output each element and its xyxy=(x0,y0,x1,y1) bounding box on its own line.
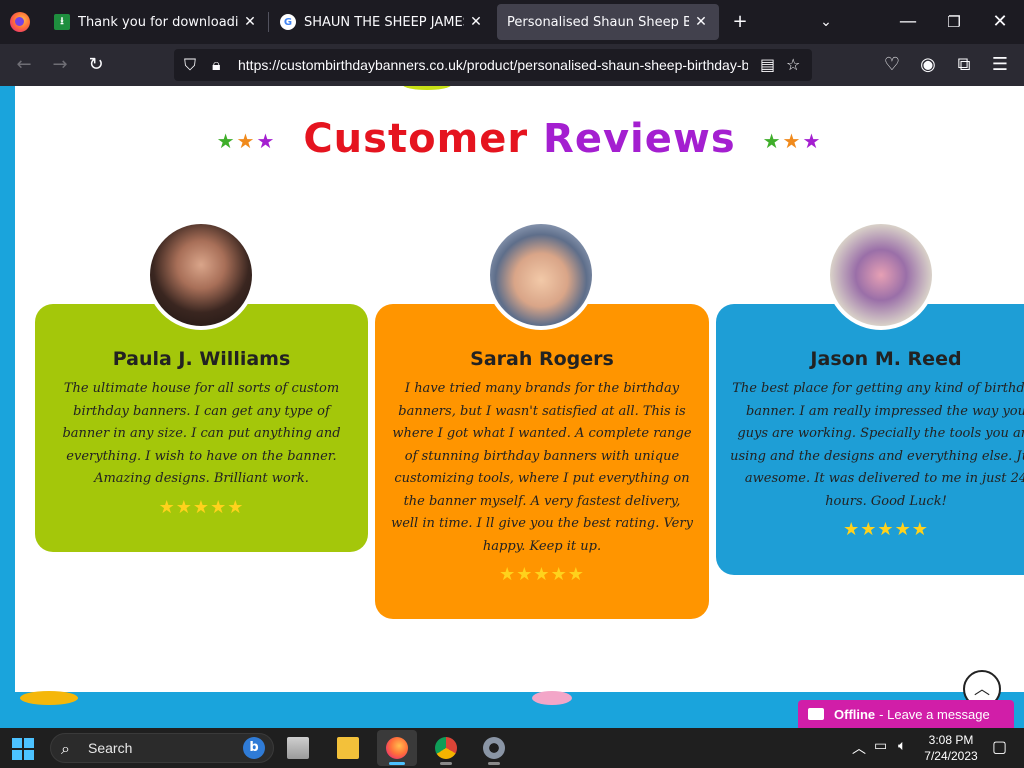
volume-icon[interactable]: 🔈︎ xyxy=(898,738,906,754)
reviews-section: ★★★ Customer Reviews ★★★ Paula J. Willia… xyxy=(15,86,1024,692)
heading-word-reviews: Reviews xyxy=(543,116,736,162)
reader-view-icon[interactable]: ▤ xyxy=(760,55,775,74)
reviewer-avatar xyxy=(146,220,256,330)
chrome-taskbar-button[interactable] xyxy=(426,730,466,766)
review-text: The best place for getting any kind of b… xyxy=(730,381,1024,509)
chat-message: - Leave a message xyxy=(879,706,990,722)
navigation-toolbar: ← → ↻ ⛉ 🔒︎ https://custombirthdaybanners… xyxy=(0,44,1024,86)
chevron-up-icon[interactable]: ︿ xyxy=(852,738,866,758)
active-indicator xyxy=(389,762,405,765)
back-icon[interactable]: ← xyxy=(12,54,36,76)
bing-icon[interactable]: b xyxy=(243,737,265,759)
lock-icon[interactable]: 🔒︎ xyxy=(212,55,221,75)
system-clock[interactable]: 3:08 PM 7/24/2023 xyxy=(920,732,982,764)
chevron-down-icon[interactable]: ⌄ xyxy=(816,12,836,32)
stars-decoration-right: ★★★ xyxy=(762,129,823,153)
restore-icon[interactable]: ❐ xyxy=(944,12,964,32)
chrome-icon xyxy=(435,737,457,759)
shield-icon[interactable]: ⛉ xyxy=(184,55,196,75)
envelope-icon xyxy=(808,708,824,720)
tab-title: SHAUN THE SHEEP JAMES BIRH xyxy=(304,14,464,30)
review-card: Paula J. Williams The ultimate house for… xyxy=(35,304,368,552)
review-text: The ultimate house for all sorts of cust… xyxy=(62,381,341,486)
gear-icon xyxy=(483,737,505,759)
reviewer-name: Jason M. Reed xyxy=(810,348,962,370)
firefox-view-icon[interactable] xyxy=(10,12,30,32)
url-text[interactable]: https://custombirthdaybanners.co.uk/prod… xyxy=(238,57,748,73)
running-indicator xyxy=(440,762,452,765)
pocket-icon[interactable]: ♡ xyxy=(880,54,904,76)
star-rating: ★★★★★ xyxy=(843,519,929,540)
star-rating: ★★★★★ xyxy=(158,496,245,518)
section-heading: ★★★ Customer Reviews ★★★ xyxy=(15,116,1024,162)
confetti-decoration xyxy=(403,86,451,90)
taskbar-search[interactable]: ⌕ Search b xyxy=(50,733,274,763)
tab-download[interactable]: ⭳ Thank you for downloading Ad ✕ xyxy=(44,4,268,40)
extensions-icon[interactable]: ⧉ xyxy=(952,54,976,76)
clock-time: 3:08 PM xyxy=(928,733,974,747)
tab-title: Personalised Shaun Sheep Birthday xyxy=(507,14,689,30)
google-favicon-icon: G xyxy=(280,14,296,30)
search-label: Search xyxy=(88,740,133,756)
menu-icon[interactable]: ☰ xyxy=(988,54,1012,76)
forward-icon[interactable]: → xyxy=(48,54,72,76)
settings-taskbar-button[interactable] xyxy=(474,730,514,766)
window-close-icon[interactable]: ✕ xyxy=(990,12,1010,32)
heading-word-customer: Customer xyxy=(303,116,529,162)
stars-decoration-left: ★★★ xyxy=(216,129,277,153)
firefox-taskbar-button[interactable] xyxy=(377,730,417,766)
account-icon[interactable]: ◉ xyxy=(916,54,940,76)
clock-date: 7/24/2023 xyxy=(924,749,978,763)
windows-start-icon[interactable] xyxy=(12,738,34,760)
tab-divider xyxy=(268,12,269,32)
review-card: Jason M. Reed The best place for getting… xyxy=(716,304,1024,575)
chevron-up-icon: ︿ xyxy=(973,679,990,698)
chat-status: Offline xyxy=(834,706,876,722)
web-page: ★★★ Customer Reviews ★★★ Paula J. Willia… xyxy=(0,86,1024,728)
tab-google[interactable]: G SHAUN THE SHEEP JAMES BIRH ✕ xyxy=(270,4,494,40)
task-view-button[interactable] xyxy=(278,730,318,766)
review-card: Sarah Rogers I have tried many brands fo… xyxy=(375,304,709,619)
search-icon: ⌕ xyxy=(61,739,70,758)
star-rating: ★★★★★ xyxy=(499,564,585,585)
firefox-icon xyxy=(386,737,408,759)
plus-icon[interactable]: + xyxy=(730,12,750,32)
close-tab-icon[interactable]: ✕ xyxy=(242,14,258,30)
address-bar[interactable]: ⛉ 🔒︎ https://custombirthdaybanners.co.uk… xyxy=(174,49,812,81)
reload-icon[interactable]: ↻ xyxy=(84,54,108,76)
balloon-decoration xyxy=(532,691,572,705)
task-view-icon xyxy=(287,737,309,759)
review-text: I have tried many brands for the birthda… xyxy=(391,381,693,554)
minimize-icon[interactable]: — xyxy=(898,12,918,32)
reviewer-avatar xyxy=(486,220,596,330)
network-icon[interactable]: ▭ xyxy=(874,738,887,754)
close-tab-icon[interactable]: ✕ xyxy=(468,14,484,30)
tab-active[interactable]: Personalised Shaun Sheep Birthday ✕ xyxy=(497,4,719,40)
tab-strip: ⭳ Thank you for downloading Ad ✕ G SHAUN… xyxy=(0,0,1024,44)
folder-icon xyxy=(337,737,359,759)
reviewer-name: Paula J. Williams xyxy=(112,348,291,370)
close-tab-icon[interactable]: ✕ xyxy=(693,14,709,30)
download-favicon-icon: ⭳ xyxy=(54,14,70,30)
tab-title: Thank you for downloading Ad xyxy=(78,14,238,30)
windows-taskbar: ⌕ Search b ︿ ▭ 🔈︎ 3:08 PM 7/24/2023 ▢ xyxy=(0,728,1024,768)
running-indicator xyxy=(488,762,500,765)
bookmark-star-icon[interactable]: ☆ xyxy=(786,55,800,74)
balloon-decoration xyxy=(20,691,78,705)
file-explorer-button[interactable] xyxy=(328,730,368,766)
reviewer-avatar xyxy=(826,220,936,330)
notifications-icon[interactable]: ▢ xyxy=(992,737,1007,756)
reviewer-name: Sarah Rogers xyxy=(470,348,614,370)
offline-chat-widget[interactable]: Offline - Leave a message xyxy=(798,700,1014,728)
